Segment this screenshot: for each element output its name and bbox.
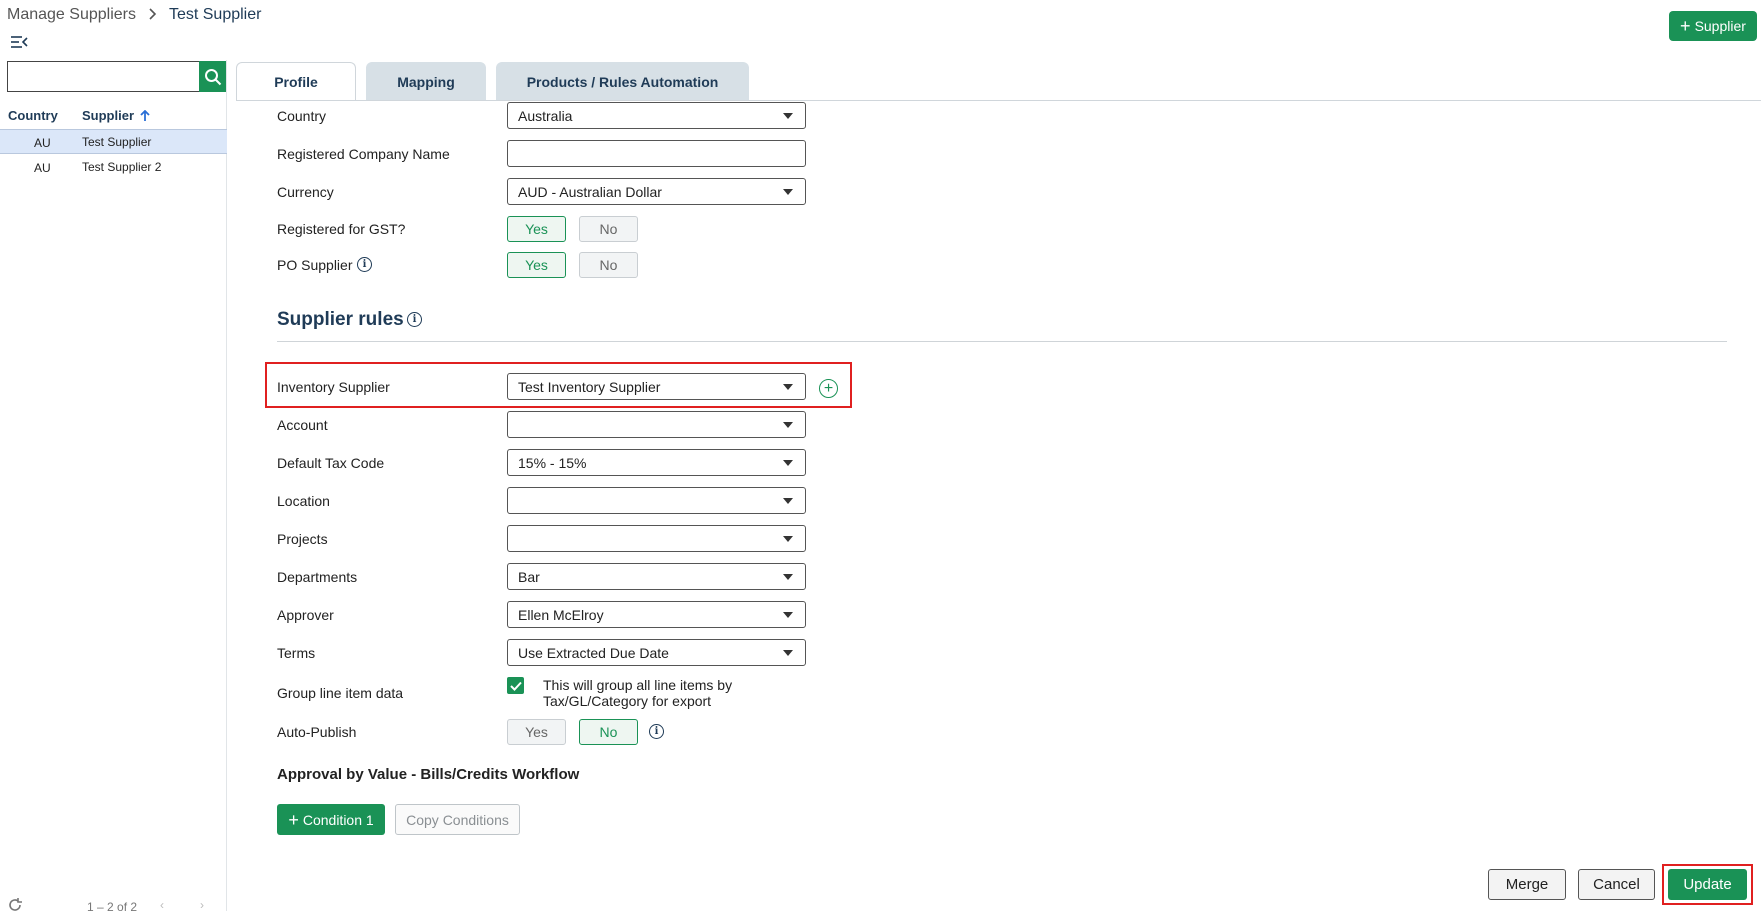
approver-label: Approver [277, 607, 334, 623]
country-label: Country [277, 108, 327, 124]
add-supplier-button[interactable]: + Supplier [1669, 11, 1757, 41]
inventory-supplier-value: Test Inventory Supplier [518, 378, 661, 395]
supplier-list-item[interactable]: AU Test Supplier 2 [0, 155, 227, 180]
sort-ascending-icon [140, 109, 150, 121]
supplier-search-input[interactable] [7, 61, 200, 92]
departments-value: Bar [518, 568, 540, 585]
tab-products-rules-automation[interactable]: Products / Rules Automation [496, 62, 749, 101]
approval-title: Approval by Value - Bills/Credits Workfl… [277, 766, 580, 783]
add-condition-label: Condition 1 [302, 811, 374, 828]
group-line-checkbox[interactable] [507, 677, 524, 694]
po-supplier-label: PO Supplier [277, 257, 353, 273]
group-line-label: Group line item data [277, 685, 404, 701]
departments-label: Departments [277, 569, 358, 585]
add-condition-button[interactable]: + Condition 1 [277, 804, 385, 835]
registered-company-label: Registered Company Name [277, 146, 450, 162]
departments-select[interactable]: Bar [507, 563, 806, 590]
breadcrumb-current: Test Supplier [168, 6, 262, 23]
gst-yes-toggle[interactable]: Yes [507, 216, 566, 242]
projects-select[interactable] [507, 525, 806, 552]
supplier-country: AU [34, 161, 51, 175]
auto-publish-label: Auto-Publish [277, 724, 357, 740]
tax-code-value: 15% - 15% [518, 454, 587, 471]
country-value: Australia [518, 107, 573, 124]
search-icon [204, 68, 221, 85]
caret-down-icon [783, 536, 793, 542]
column-supplier-label: Supplier [82, 108, 135, 123]
group-line-description: This will group all line items by Tax/GL… [543, 677, 733, 709]
caret-down-icon [783, 460, 793, 466]
caret-down-icon [783, 422, 793, 428]
copy-conditions-button[interactable]: Copy Conditions [395, 804, 520, 835]
terms-select[interactable]: Use Extracted Due Date [507, 639, 806, 666]
chevron-right-icon [148, 7, 157, 23]
breadcrumb: Manage Suppliers Test Supplier [7, 6, 261, 24]
section-divider [277, 341, 1727, 342]
auto-publish-no-toggle[interactable]: No [579, 719, 638, 745]
currency-select[interactable]: AUD - Australian Dollar [507, 178, 806, 205]
info-icon[interactable]: i [407, 312, 422, 327]
breadcrumb-parent-link[interactable]: Manage Suppliers [7, 6, 136, 24]
merge-button[interactable]: Merge [1488, 869, 1566, 900]
cancel-button[interactable]: Cancel [1578, 869, 1655, 900]
currency-label: Currency [277, 184, 334, 200]
projects-label: Projects [277, 531, 328, 547]
supplier-list-header: Country Supplier [0, 106, 227, 126]
gst-no-toggle[interactable]: No [579, 216, 638, 242]
column-supplier[interactable]: Supplier [82, 108, 150, 123]
tab-bar: Profile Mapping Products / Rules Automat… [236, 62, 749, 101]
supplier-list-item[interactable]: AU Test Supplier [0, 129, 227, 154]
add-inventory-supplier-icon[interactable]: + [819, 379, 838, 398]
terms-value: Use Extracted Due Date [518, 644, 669, 661]
add-supplier-label: Supplier [1694, 18, 1746, 34]
approver-value: Ellen McElroy [518, 606, 604, 623]
check-icon [509, 681, 522, 691]
column-country[interactable]: Country [8, 108, 58, 123]
registered-company-input[interactable] [507, 140, 806, 167]
location-label: Location [277, 493, 330, 509]
supplier-rules-title: Supplier rules [277, 309, 404, 330]
caret-down-icon [783, 189, 793, 195]
caret-down-icon [783, 384, 793, 390]
country-select[interactable]: Australia [507, 102, 806, 129]
po-supplier-no-toggle[interactable]: No [579, 252, 638, 278]
collapse-menu-icon[interactable] [10, 34, 28, 50]
caret-down-icon [783, 612, 793, 618]
tab-divider [236, 100, 1761, 101]
auto-publish-yes-toggle[interactable]: Yes [507, 719, 566, 745]
pagination-text: 1 – 2 of 2 [87, 900, 138, 911]
gst-label: Registered for GST? [277, 221, 406, 237]
chevron-left-icon[interactable]: ‹ [160, 898, 164, 911]
po-supplier-yes-toggle[interactable]: Yes [507, 252, 566, 278]
supplier-name: Test Supplier 2 [82, 160, 162, 174]
update-button[interactable]: Update [1668, 869, 1747, 900]
tab-profile[interactable]: Profile [236, 62, 356, 101]
approver-select[interactable]: Ellen McElroy [507, 601, 806, 628]
account-label: Account [277, 417, 328, 433]
tax-code-select[interactable]: 15% - 15% [507, 449, 806, 476]
caret-down-icon [783, 498, 793, 504]
supplier-sidebar: Country Supplier AU Test Supplier AU Tes… [0, 60, 227, 911]
inventory-supplier-label: Inventory Supplier [277, 379, 390, 395]
search-button[interactable] [199, 61, 226, 92]
info-icon[interactable]: i [357, 257, 372, 272]
caret-down-icon [783, 650, 793, 656]
location-select[interactable] [507, 487, 806, 514]
plus-icon: + [1680, 16, 1691, 36]
terms-label: Terms [277, 645, 316, 661]
refresh-icon[interactable] [7, 897, 23, 911]
account-select[interactable] [507, 411, 806, 438]
caret-down-icon [783, 113, 793, 119]
tab-mapping[interactable]: Mapping [366, 62, 486, 101]
currency-value: AUD - Australian Dollar [518, 183, 662, 200]
plus-icon: + [288, 809, 299, 830]
info-icon[interactable]: i [649, 724, 664, 739]
supplier-name: Test Supplier [82, 135, 152, 149]
caret-down-icon [783, 574, 793, 580]
inventory-supplier-select[interactable]: Test Inventory Supplier [507, 373, 806, 400]
supplier-country: AU [34, 136, 51, 150]
tax-code-label: Default Tax Code [277, 455, 385, 471]
chevron-right-icon[interactable]: › [200, 898, 204, 911]
